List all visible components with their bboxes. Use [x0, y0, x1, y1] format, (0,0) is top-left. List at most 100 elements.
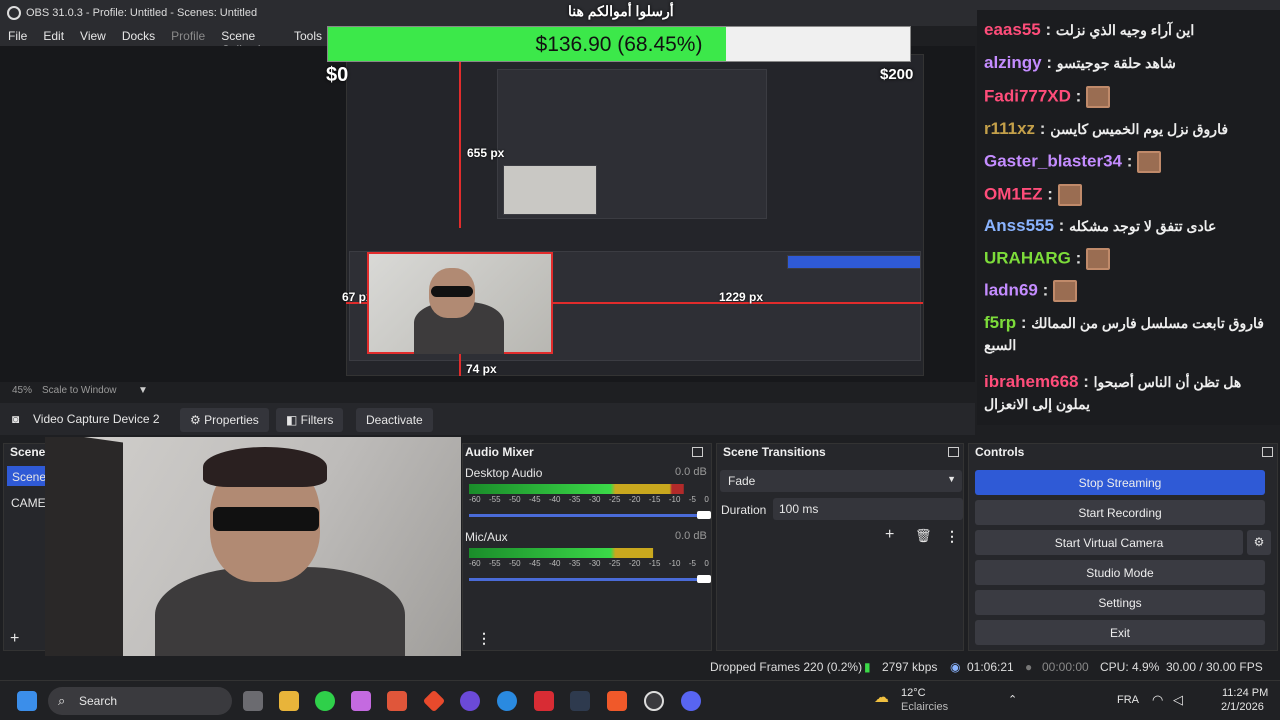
tick-label: -10	[668, 495, 681, 504]
menu-tools[interactable]: Tools	[286, 26, 330, 46]
camera-icon: ◙	[12, 412, 20, 426]
clock-time[interactable]: 11:24 PM	[1222, 687, 1268, 699]
studio-mode-button[interactable]: Studio Mode	[975, 560, 1265, 585]
app-icon-red[interactable]	[422, 689, 446, 713]
duration-value: 100 ms	[779, 502, 819, 516]
wps-icon[interactable]	[534, 691, 554, 711]
mixer-mic-volume[interactable]	[469, 575, 711, 583]
guide-label-bottom: 74 px	[466, 362, 497, 376]
source-name: Video Capture Device 2	[33, 412, 160, 426]
file-explorer-icon[interactable]	[279, 691, 299, 711]
selected-source-webcam[interactable]	[367, 252, 553, 354]
transition-value: Fade	[728, 474, 756, 488]
chevron-up-icon[interactable]: ⌃	[1008, 693, 1017, 706]
zoom-percent[interactable]: 45%	[12, 385, 32, 396]
chat-message: alzingy : شاهد حلقة جوجيتسو	[984, 53, 1176, 72]
chat-username: Gaster_blaster34	[984, 151, 1122, 171]
terminal-icon[interactable]	[570, 691, 590, 711]
stop-streaming-button[interactable]: Stop Streaming	[975, 470, 1265, 495]
app-icon-green[interactable]	[315, 691, 335, 711]
tick-label: -35	[568, 495, 581, 504]
controls-dock: Controls Stop Streaming Start Recording …	[968, 443, 1278, 651]
dropped-frames: Dropped Frames 220 (0.2%)	[710, 660, 863, 674]
donation-max: $200	[880, 66, 914, 83]
emote-icon	[1137, 151, 1162, 173]
chat-username: Anss555	[984, 216, 1054, 235]
clock-date[interactable]: 2/1/2026	[1221, 701, 1264, 713]
menu-view[interactable]: View	[72, 26, 114, 46]
source-toolbar: ◙ Video Capture Device 2 ⚙ Properties ◧ …	[0, 403, 975, 435]
chat-message: Fadi777XD :	[984, 86, 1111, 108]
chat-message: Gaster_blaster34 :	[984, 151, 1162, 173]
chat-username: alzingy	[984, 53, 1042, 72]
windows-start-icon[interactable]	[17, 691, 37, 711]
trash-icon[interactable]: 🗑	[915, 528, 932, 544]
start-virtual-camera-button[interactable]: Start Virtual Camera	[975, 530, 1243, 555]
emote-icon	[1086, 86, 1111, 108]
tick-label: -45	[528, 559, 541, 568]
wifi-icon[interactable]: ◠	[1152, 692, 1163, 708]
zoom-dropdown-icon[interactable]: ▼	[138, 385, 148, 396]
edge-icon[interactable]	[497, 691, 517, 711]
chat-message: r111xz : فاروق نزل يوم الخميس كايسن	[984, 119, 1229, 138]
language-indicator[interactable]: FRA	[1117, 694, 1139, 706]
copilot-icon[interactable]	[351, 691, 371, 711]
emote-icon	[1057, 184, 1082, 206]
bitrate: 2797 kbps	[882, 660, 938, 674]
chat-text: عادى تتفق لا توجد مشكله	[1069, 218, 1217, 234]
record-time: 00:00:00	[1042, 660, 1089, 674]
transition-menu-icon[interactable]: ⋮	[945, 528, 959, 545]
add-scene-icon[interactable]: +	[10, 630, 19, 648]
zoom-mode[interactable]: Scale to Window	[42, 385, 116, 396]
menu-docks[interactable]: Docks	[114, 26, 163, 46]
donation-min: $0	[326, 64, 349, 86]
emote-icon	[1086, 248, 1111, 270]
chat-username: OM1EZ	[984, 184, 1043, 204]
add-transition-icon[interactable]: +	[885, 526, 894, 544]
menu-file[interactable]: File	[0, 26, 35, 46]
deactivate-button[interactable]: Deactivate	[356, 408, 433, 432]
controls-title: Controls	[969, 444, 1277, 462]
filters-button[interactable]: ◧ Filters	[276, 408, 344, 432]
start-recording-button[interactable]: Start Recording	[975, 500, 1265, 525]
brave-icon[interactable]	[607, 691, 627, 711]
chat-username: f5rp	[984, 313, 1017, 332]
tick-label: -50	[508, 495, 521, 504]
gear-icon: ⚙	[190, 413, 205, 427]
bbox-guide-bottom	[459, 354, 461, 376]
chevron-down-icon: ▼	[947, 474, 956, 484]
menu-scene-collection[interactable]: Scene Collection	[213, 26, 286, 57]
guide-label-top: 655 px	[467, 146, 505, 160]
nested-cam	[503, 165, 597, 215]
settings-button[interactable]: Settings	[975, 590, 1265, 615]
discord-icon[interactable]	[681, 691, 701, 711]
taskbar: ⌕ Search ☁ 12°C Eclaircies ⌃ FRA ◠ ◁ 11:…	[0, 680, 1280, 720]
bbox-guide-top	[459, 62, 461, 228]
volume-icon[interactable]: ◁	[1173, 692, 1183, 708]
menu-profile[interactable]: Profile	[163, 26, 213, 46]
task-view-icon[interactable]	[243, 691, 263, 711]
properties-button[interactable]: ⚙ Properties	[180, 408, 269, 432]
obs-taskbar-icon[interactable]	[644, 691, 664, 711]
mixer-mic-name: Mic/Aux	[465, 530, 508, 544]
mixer-title: Audio Mixer	[459, 444, 707, 462]
transition-select[interactable]: Fade ▼	[720, 470, 962, 492]
store-icon[interactable]	[387, 691, 407, 711]
menu-edit[interactable]: Edit	[35, 26, 72, 46]
mixer-menu-icon[interactable]: ⋮	[477, 630, 491, 647]
exit-button[interactable]: Exit	[975, 620, 1265, 645]
tick-label: -30	[588, 495, 601, 504]
chat-username: eaas55	[984, 20, 1041, 39]
signal-icon: ▮	[864, 660, 871, 674]
chat-text: فاروق تابعت مسلسل فارس من الممالك	[1031, 315, 1264, 331]
chat-app-icon[interactable]	[460, 691, 480, 711]
tick-label: -50	[508, 559, 521, 568]
donation-amount: $136.90 (68.45%)	[535, 33, 703, 56]
virtual-camera-settings-icon[interactable]: ⚙	[1247, 530, 1271, 555]
tick-label: -30	[588, 559, 601, 568]
taskbar-search[interactable]: ⌕ Search	[48, 687, 232, 715]
duration-input[interactable]: 100 ms	[773, 498, 963, 520]
tick-label: -10	[668, 559, 681, 568]
mixer-desktop-volume[interactable]	[469, 511, 711, 519]
chat-text-cont: السبع	[984, 337, 1017, 353]
